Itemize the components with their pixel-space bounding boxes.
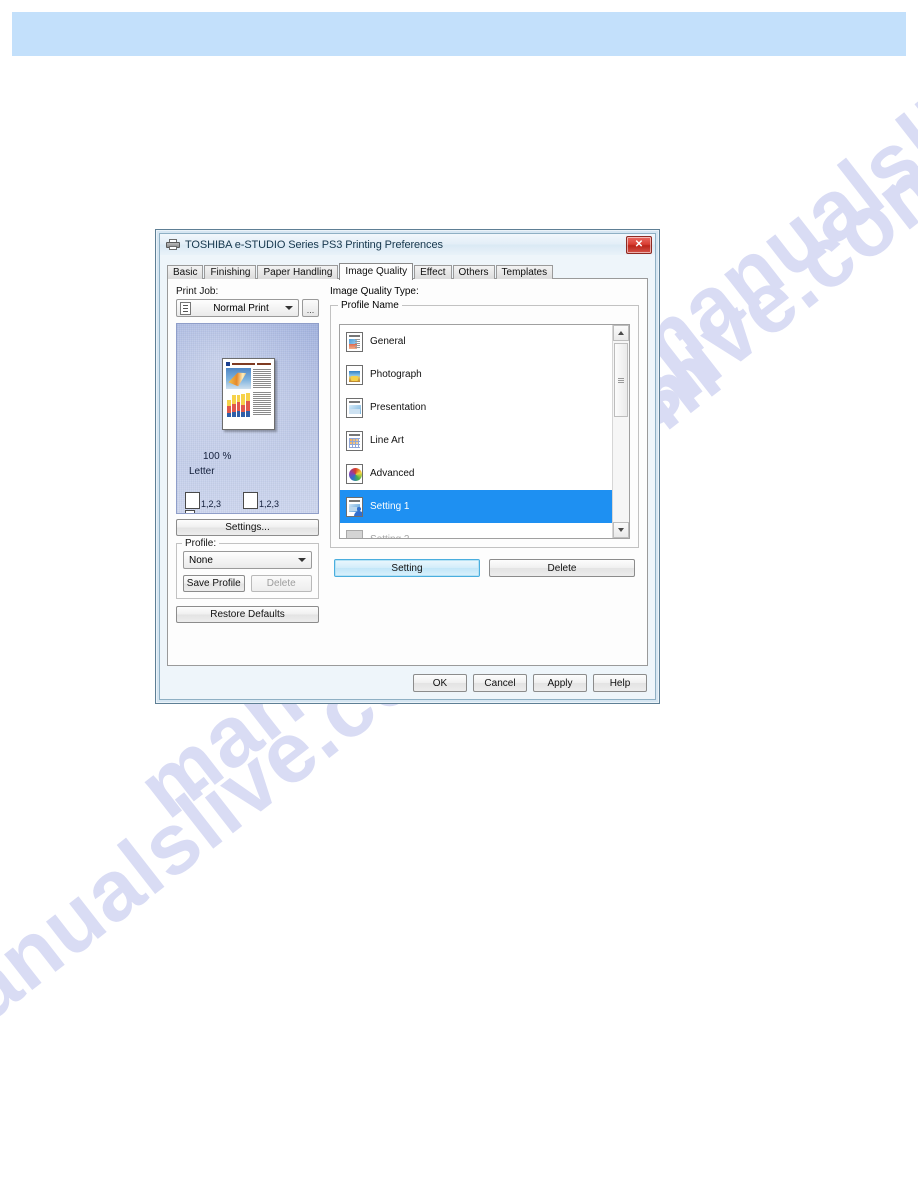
dialog-inner-frame: TOSHIBA e-STUDIO Series PS3 Printing Pre… <box>159 233 656 700</box>
delete-button[interactable]: Delete <box>489 559 635 577</box>
profile-dropdown[interactable]: None <box>183 551 312 569</box>
right-panel: Image Quality Type: Profile Name General <box>330 286 639 577</box>
page-stack-icon: 1,2,3 <box>185 490 222 509</box>
scroll-up-button[interactable] <box>613 325 629 341</box>
profile-value: None <box>189 554 213 566</box>
document-photograph-icon <box>346 364 363 385</box>
apply-button[interactable]: Apply <box>533 674 587 692</box>
color-wheel-icon <box>346 463 363 484</box>
tab-paper-handling[interactable]: Paper Handling <box>257 265 339 279</box>
preview-paper-size: Letter <box>189 466 215 477</box>
profile-name-group-title: Profile Name <box>338 300 402 311</box>
restore-defaults-button[interactable]: Restore Defaults <box>176 606 319 623</box>
preview-photo-icon <box>226 368 251 389</box>
preview-zoom-value: 100 % <box>203 451 232 462</box>
list-item-label: Photograph <box>370 369 422 380</box>
copy-order-label: 1,2,3 <box>201 499 222 509</box>
dialog-titlebar[interactable]: TOSHIBA e-STUDIO Series PS3 Printing Pre… <box>160 234 655 255</box>
tab-finishing[interactable]: Finishing <box>204 265 257 279</box>
page-header-banner <box>12 12 906 56</box>
scrollbar-thumb[interactable] <box>614 343 628 417</box>
settings-button[interactable]: Settings... <box>176 519 319 536</box>
left-panel: Print Job: Normal Print ... 100 % Letter… <box>176 286 319 623</box>
document-icon <box>180 301 191 315</box>
tab-image-quality[interactable]: Image Quality <box>339 263 414 280</box>
profile-name-listbox[interactable]: General Photograph Presentation Line Art… <box>339 324 630 539</box>
chevron-down-icon <box>618 528 624 532</box>
printing-preferences-dialog: TOSHIBA e-STUDIO Series PS3 Printing Pre… <box>155 229 660 704</box>
print-job-row: Normal Print ... <box>176 299 319 317</box>
document-general-icon <box>346 331 363 352</box>
image-quality-type-label: Image Quality Type: <box>330 286 419 297</box>
profile-buttons: Save Profile Delete <box>183 575 312 592</box>
scroll-down-button[interactable] <box>613 522 629 538</box>
setting-button[interactable]: Setting <box>334 559 480 577</box>
print-job-dropdown[interactable]: Normal Print <box>176 299 299 317</box>
list-item-photograph[interactable]: Photograph <box>340 358 612 391</box>
document-small-icon <box>185 510 195 513</box>
close-icon[interactable]: ✕ <box>626 236 652 254</box>
cancel-button[interactable]: Cancel <box>473 674 527 692</box>
tab-others[interactable]: Others <box>452 265 495 279</box>
tab-bar: Basic Finishing Paper Handling Image Qua… <box>167 263 648 280</box>
preview-page-thumbnail <box>222 358 275 430</box>
list-item-setting-2[interactable]: Setting 2 <box>340 523 612 538</box>
printer-icon <box>166 239 180 250</box>
tab-templates[interactable]: Templates <box>495 265 554 279</box>
profile-group: Profile: None Save Profile Delete <box>176 538 319 599</box>
document-user-setting-disabled-icon <box>346 529 363 538</box>
preview-chart-icon <box>226 391 251 418</box>
ok-button[interactable]: OK <box>413 674 467 692</box>
list-item-label: Setting 2 <box>370 534 409 538</box>
tab-page-image-quality: Print Job: Normal Print ... 100 % Letter… <box>167 278 648 666</box>
document-presentation-icon <box>346 397 363 418</box>
preview-meta: 100 % Letter <box>189 451 231 477</box>
listbox-scrollbar[interactable] <box>612 325 629 538</box>
preview-copy-stacks: 1,2,3 1,2,3 <box>185 490 280 509</box>
list-item-label: General <box>370 336 406 347</box>
list-item-label: Setting 1 <box>370 501 410 512</box>
print-job-value: Normal Print <box>213 302 269 314</box>
profile-action-buttons: Setting Delete <box>330 559 639 577</box>
document-user-setting-icon <box>346 496 363 517</box>
save-profile-button[interactable]: Save Profile <box>183 575 245 592</box>
chevron-down-icon <box>298 558 306 562</box>
page-stack-icon: 1,2,3 <box>243 490 280 509</box>
list-item-setting-1[interactable]: Setting 1 <box>340 325 620 538</box>
tab-basic[interactable]: Basic <box>167 265 204 279</box>
profile-name-group: Profile Name General Photograph Presenta… <box>330 300 639 548</box>
list-item-presentation[interactable]: Presentation <box>340 391 612 424</box>
document-lineart-icon <box>346 430 363 451</box>
chevron-up-icon <box>618 331 624 335</box>
chevron-down-icon <box>285 306 293 310</box>
grip-icon <box>618 377 624 383</box>
print-preview-pane: 100 % Letter 1,2,3 1,2,3 <box>176 323 319 514</box>
profile-list-items: General Photograph Presentation Line Art… <box>340 325 620 538</box>
list-item-general[interactable]: General <box>340 325 612 358</box>
tab-effect[interactable]: Effect <box>414 265 452 279</box>
print-job-more-button[interactable]: ... <box>302 299 319 317</box>
list-item-line-art[interactable]: Line Art <box>340 424 612 457</box>
print-job-label: Print Job: <box>176 286 219 297</box>
copy-order-label: 1,2,3 <box>259 499 280 509</box>
help-button[interactable]: Help <box>593 674 647 692</box>
list-item-label: Advanced <box>370 468 415 479</box>
list-item-label: Line Art <box>370 435 404 446</box>
list-item-advanced[interactable]: Advanced <box>340 457 612 490</box>
profile-group-title: Profile: <box>182 538 220 549</box>
dialog-title: TOSHIBA e-STUDIO Series PS3 Printing Pre… <box>185 238 443 251</box>
list-item-label: Presentation <box>370 402 427 413</box>
delete-profile-button: Delete <box>250 575 312 592</box>
dialog-footer: OK Cancel Apply Help <box>413 674 647 692</box>
